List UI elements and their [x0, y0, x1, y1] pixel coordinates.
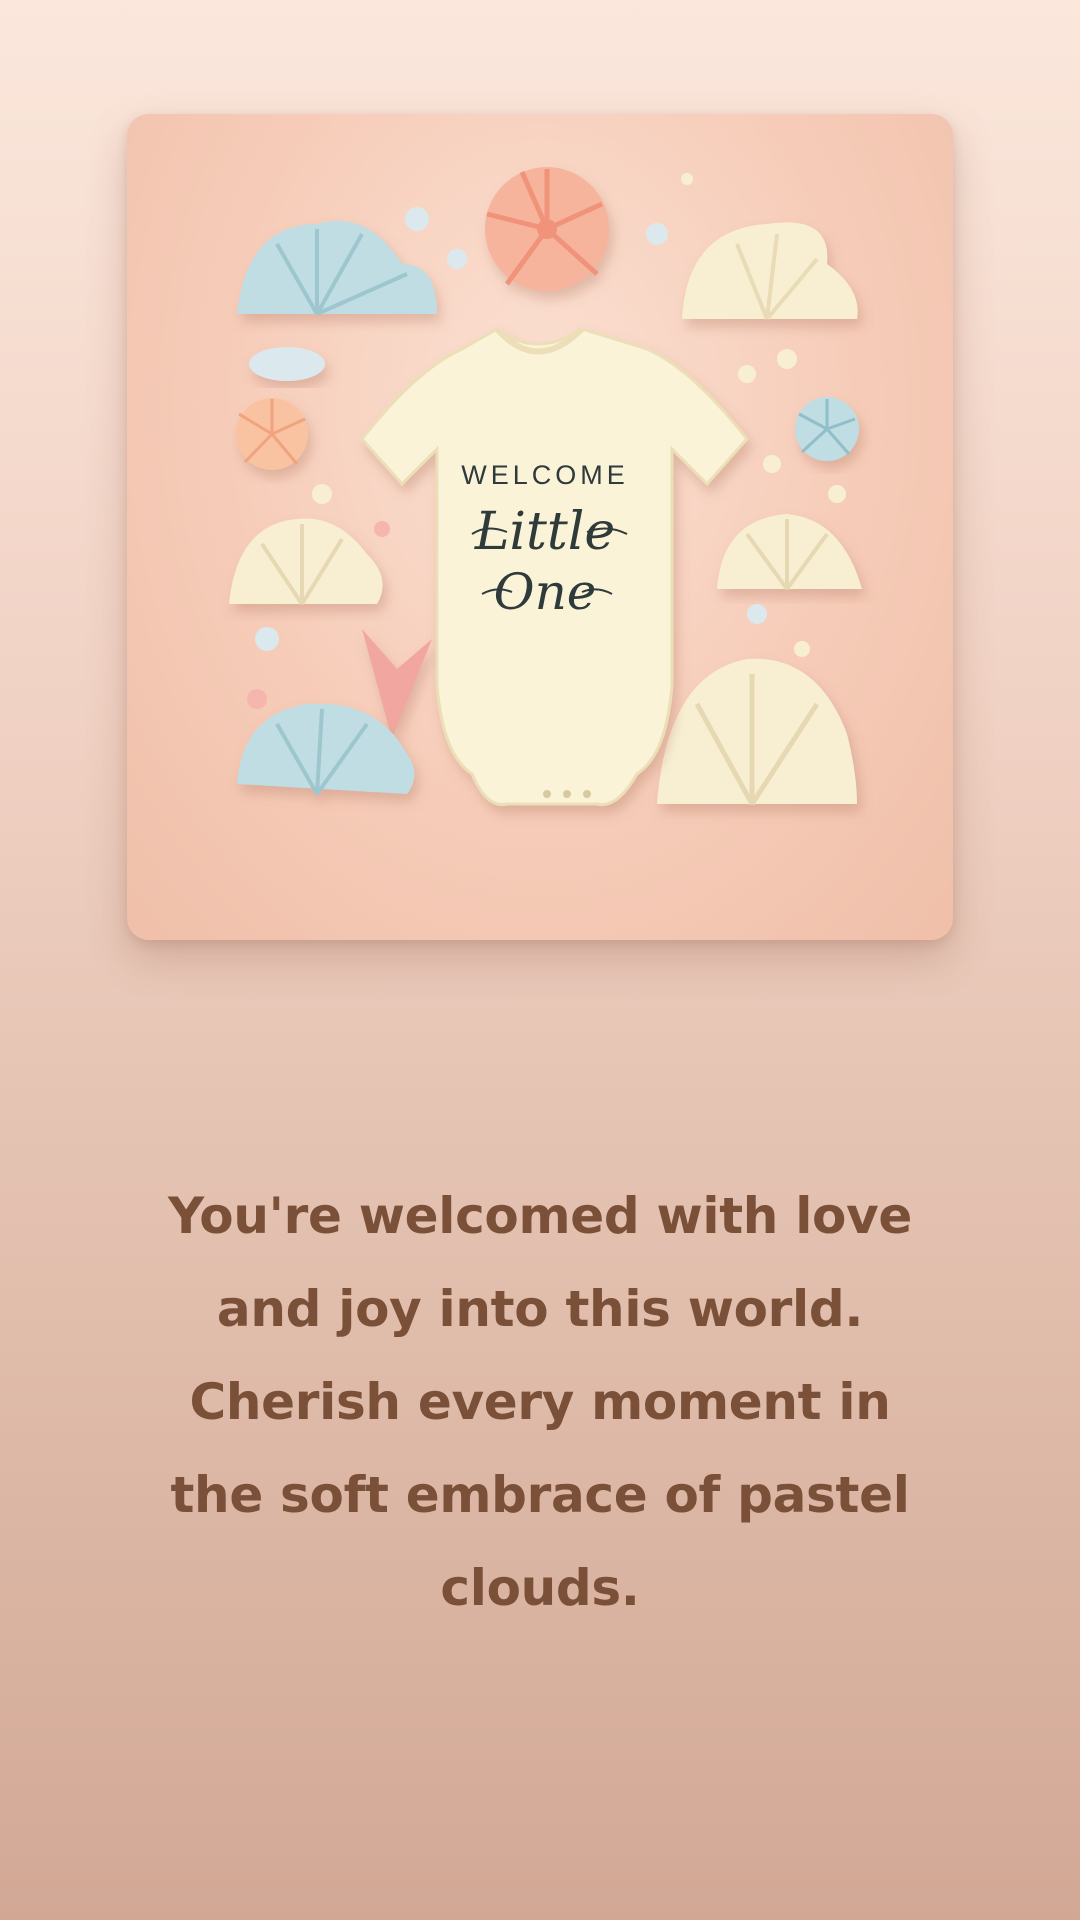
message-line: You're welcomed with love — [167, 1187, 912, 1245]
blue-flower-right-icon — [795, 397, 859, 461]
onesie-text-little: Little — [474, 502, 615, 562]
baby-onesie-illustration: WELCOME Little One — [229, 167, 862, 807]
small-cloud-icon — [249, 347, 325, 381]
message-line: Cherish every moment in — [189, 1373, 891, 1431]
cream-fan-left-icon — [229, 518, 383, 606]
message-line: clouds. — [440, 1559, 640, 1617]
message-line: and joy into this world. — [216, 1280, 864, 1338]
cream-paper-cloud-icon — [682, 222, 858, 321]
onesie-text-one: One — [494, 563, 597, 621]
peach-paper-flower-icon — [485, 167, 609, 291]
welcome-card-image: WELCOME Little One — [127, 114, 953, 940]
blue-paper-cloud-icon — [237, 220, 437, 316]
cream-fan-right-icon — [717, 514, 862, 591]
message-line: the soft embrace of pastel — [170, 1466, 910, 1524]
peach-flower-left-icon — [236, 398, 308, 470]
cream-fan-bottom-right-icon — [657, 658, 857, 806]
onesie-text-welcome: WELCOME — [461, 460, 629, 490]
welcome-message: You're welcomed with love and joy into t… — [140, 1170, 940, 1635]
